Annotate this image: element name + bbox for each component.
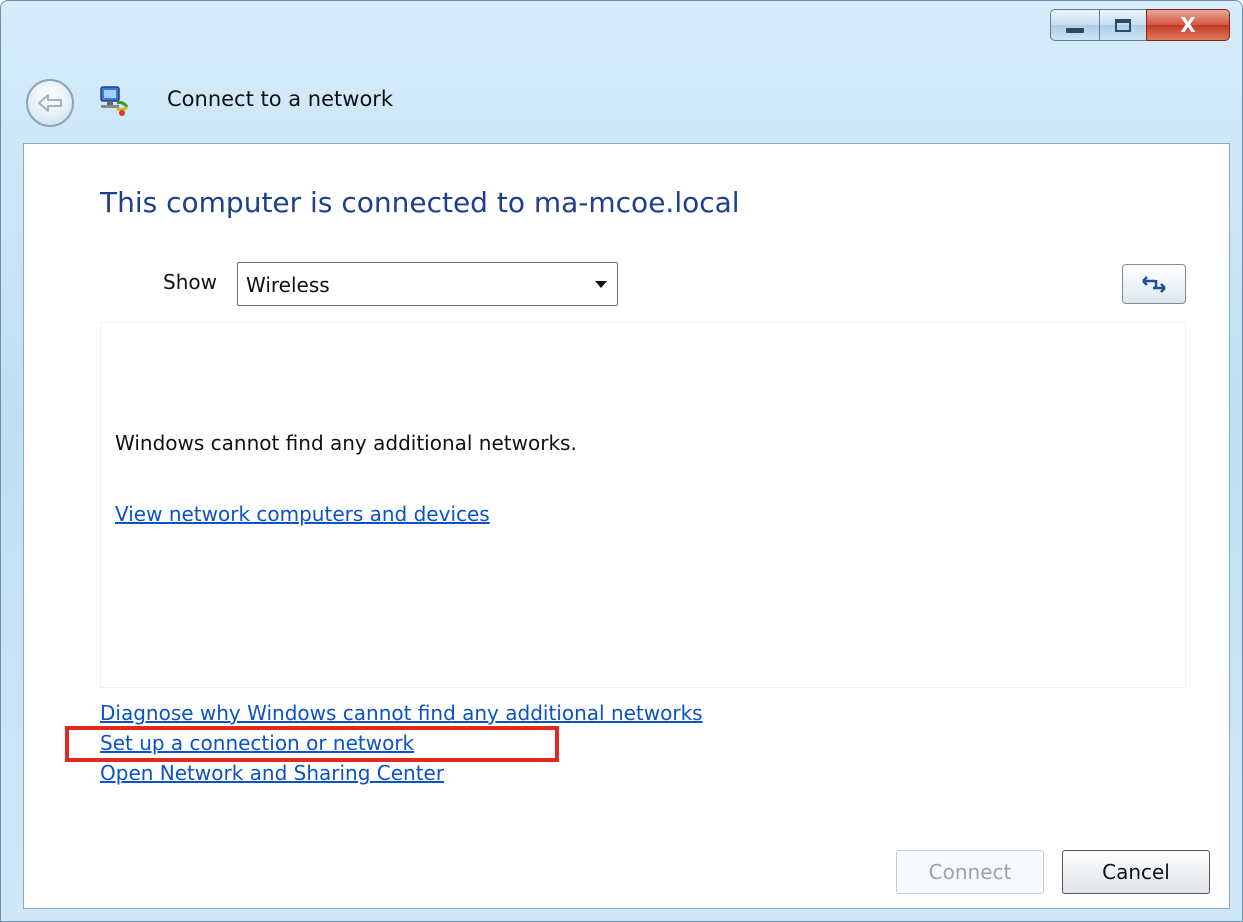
close-button[interactable]: X bbox=[1146, 9, 1230, 41]
chevron-down-icon bbox=[595, 281, 607, 288]
cancel-button[interactable]: Cancel bbox=[1062, 850, 1210, 894]
show-dropdown[interactable]: Wireless bbox=[237, 262, 618, 306]
network-connect-icon bbox=[100, 86, 129, 116]
minimize-icon bbox=[1066, 27, 1084, 33]
diagnose-link[interactable]: Diagnose why Windows cannot find any add… bbox=[100, 701, 703, 725]
refresh-button[interactable] bbox=[1122, 264, 1186, 304]
window-title: Connect to a network bbox=[167, 87, 394, 111]
close-icon: X bbox=[1180, 13, 1196, 37]
view-network-devices-link[interactable]: View network computers and devices bbox=[115, 502, 490, 526]
page-title: This computer is connected to ma-mcoe.lo… bbox=[100, 186, 740, 219]
title-bar: X Connect to a network bbox=[1, 1, 1242, 141]
empty-network-message: Windows cannot find any additional netwo… bbox=[115, 431, 577, 455]
minimize-button[interactable] bbox=[1050, 9, 1100, 41]
maximize-icon bbox=[1115, 18, 1131, 32]
back-button[interactable] bbox=[26, 79, 74, 127]
show-dropdown-value: Wireless bbox=[246, 273, 330, 297]
maximize-button[interactable] bbox=[1099, 9, 1147, 41]
show-label: Show bbox=[163, 270, 217, 294]
back-arrow-icon bbox=[38, 94, 62, 112]
refresh-arrows-icon bbox=[1142, 276, 1166, 293]
highlight-annotation-box bbox=[65, 726, 559, 762]
dialog-content: This computer is connected to ma-mcoe.lo… bbox=[23, 143, 1230, 909]
network-list: Windows cannot find any additional netwo… bbox=[100, 322, 1186, 688]
network-sharing-center-link[interactable]: Open Network and Sharing Center bbox=[100, 761, 444, 785]
connect-button[interactable]: Connect bbox=[896, 850, 1044, 894]
connect-to-network-window: X Connect to a network This computer is … bbox=[0, 0, 1243, 922]
